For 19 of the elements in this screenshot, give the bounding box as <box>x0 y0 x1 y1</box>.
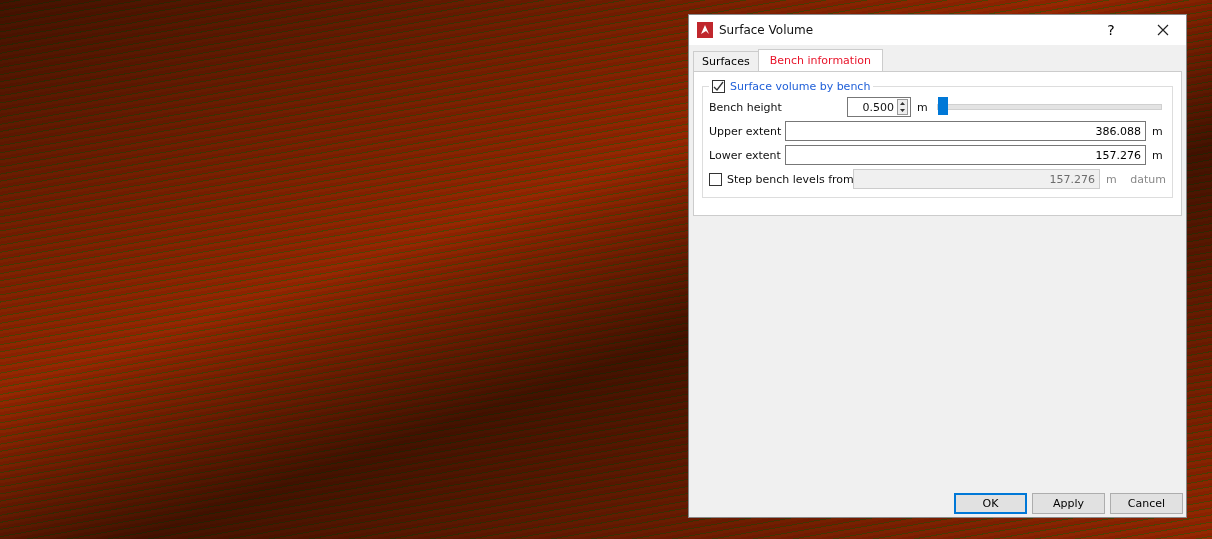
dialog-button[interactable]: Cancel <box>1110 493 1183 514</box>
input-field[interactable]: 157.276 <box>785 145 1146 165</box>
field-label: Lower extent <box>709 148 779 162</box>
tab[interactable]: Surfaces <box>693 51 759 71</box>
unit-label: m <box>1106 172 1118 186</box>
unit-label: m <box>1152 124 1164 138</box>
checkbox-label: Step bench levels from <box>727 172 854 186</box>
tab[interactable]: Bench information <box>757 49 883 71</box>
help-button[interactable]: ? <box>1088 15 1134 45</box>
dialog-button[interactable]: Apply <box>1032 493 1105 514</box>
checkbox-label: Surface volume by bench <box>730 80 871 93</box>
datum-label: datum <box>1129 172 1166 186</box>
dialog-button[interactable]: OK <box>954 493 1027 514</box>
window-title: Surface Volume <box>719 23 815 37</box>
spin-field[interactable]: 0.500 <box>847 97 911 117</box>
input-field[interactable]: 386.088 <box>785 121 1146 141</box>
unit-label: m <box>1152 148 1164 162</box>
unit-label: m <box>917 100 929 114</box>
field-label: Upper extent <box>709 124 779 138</box>
